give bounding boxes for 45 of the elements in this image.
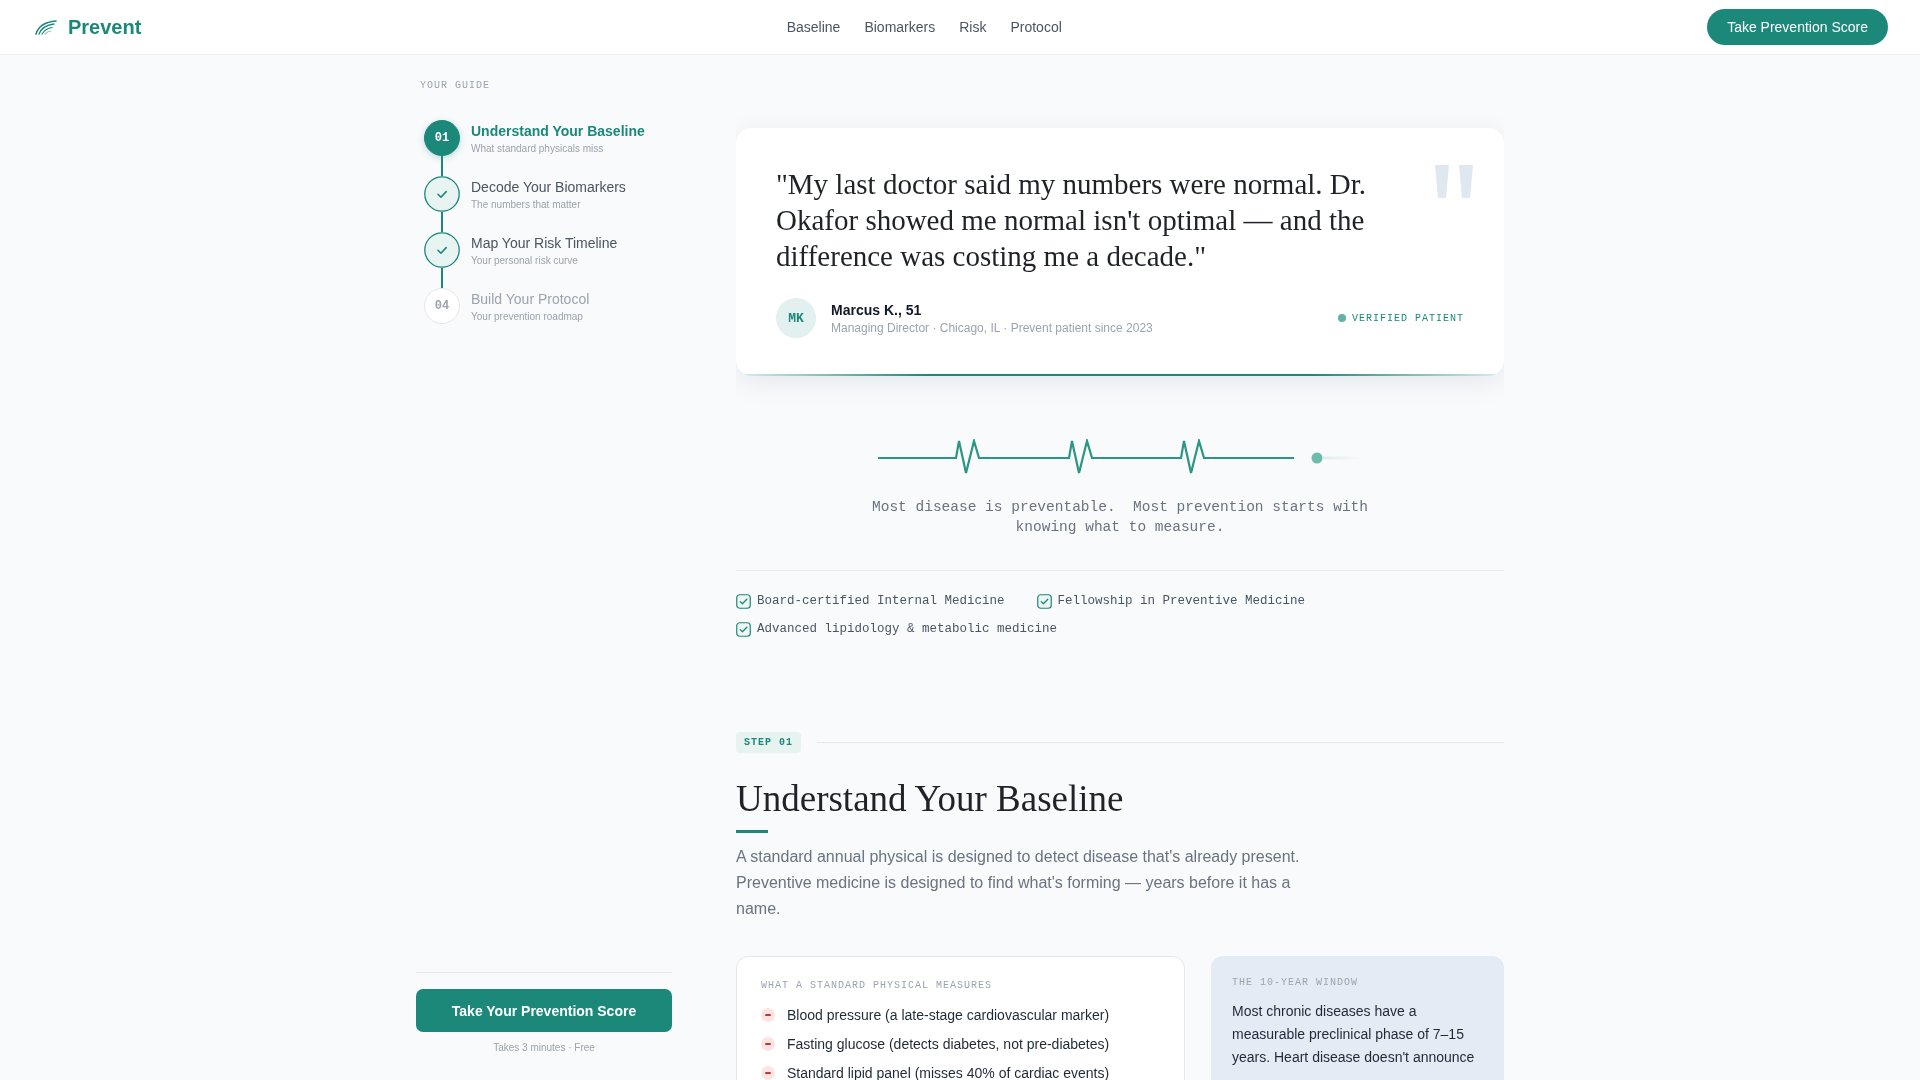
quote-mark-icon bbox=[1435, 165, 1473, 198]
step-subtitle: Your personal risk curve bbox=[471, 254, 579, 267]
measure-item: Standard lipid panel (misses 40% of cardiac events) bbox=[787, 1064, 1110, 1080]
check-square-icon bbox=[736, 594, 751, 609]
step-label: STEP 01 bbox=[736, 732, 801, 753]
credential-text: Fellowship in Preventive Medicine bbox=[1057, 593, 1306, 610]
step-subtitle: What standard physicals miss bbox=[471, 142, 605, 155]
minus-circle-icon bbox=[761, 1066, 775, 1080]
window-text: Most chronic diseases have a measurable preclinical phase of 7–15 years. Heart disease doesn't announce bbox=[1232, 1002, 1476, 1067]
step-subtitle: Your prevention roadmap bbox=[471, 310, 584, 323]
step-number: 01 bbox=[424, 120, 460, 156]
tagline: Most disease is preventable. Most prevention starts with knowing what to measure. bbox=[871, 498, 1369, 537]
step-title[interactable]: Understand Your Baseline bbox=[471, 122, 645, 140]
credential-text: Advanced lipidology & metabolic medicine bbox=[757, 621, 1058, 638]
take-score-button[interactable]: Take Your Prevention Score bbox=[416, 989, 672, 1032]
author-name: Marcus K., 51 bbox=[831, 300, 923, 319]
step-title[interactable]: Decode Your Biomarkers bbox=[471, 178, 626, 196]
nav-link[interactable]: Protocol bbox=[1010, 19, 1062, 35]
status-dot-icon bbox=[1338, 314, 1346, 322]
step-subtitle: The numbers that matter bbox=[471, 198, 582, 211]
take-score-button[interactable]: Take Prevention Score bbox=[1707, 9, 1888, 45]
measure-item: Blood pressure (a late-stage cardiovascular marker) bbox=[787, 1006, 1110, 1025]
intro-paragraph: A standard annual physical is designed to detect disease that's already present. Preventive medicine is designed to find what's forming — years before it has a name. bbox=[736, 847, 1301, 919]
check-square-icon bbox=[736, 622, 751, 637]
avatar-initials: MK bbox=[776, 298, 816, 338]
step-title[interactable]: Map Your Risk Timeline bbox=[471, 234, 618, 252]
nav-link[interactable]: Baseline bbox=[786, 19, 841, 35]
nav-link[interactable]: Biomarkers bbox=[864, 19, 936, 35]
step-number: 04 bbox=[424, 288, 460, 324]
measure-item: Fasting glucose (detects diabetes, not pre-diabetes) bbox=[787, 1035, 1110, 1054]
credential-text: Board-certified Internal Medicine bbox=[757, 593, 1005, 610]
testimonial-quote: "My last doctor said my numbers were normal. Dr. Okafor showed me normal isn't optimal — and the difference was costing me a decade." bbox=[776, 167, 1368, 274]
brand-name[interactable]: Prevent bbox=[68, 15, 142, 39]
card-label: THE 10-YEAR WINDOW bbox=[1232, 976, 1360, 990]
guide-heading: YOUR GUIDE bbox=[420, 79, 491, 93]
nav-link[interactable]: Risk bbox=[959, 19, 987, 35]
verified-label: VERIFIED PATIENT bbox=[1352, 312, 1464, 324]
cta-note: Takes 3 minutes · Free bbox=[493, 1041, 595, 1054]
minus-circle-icon bbox=[761, 1008, 775, 1022]
card-label: WHAT A STANDARD PHYSICAL MEASURES bbox=[761, 979, 994, 993]
section-heading: Understand Your Baseline bbox=[736, 777, 1125, 821]
author-meta: Managing Director · Chicago, IL · Prevent patient since 2023 bbox=[831, 319, 1154, 336]
check-square-icon bbox=[1036, 594, 1052, 609]
logo-icon[interactable] bbox=[35, 19, 57, 35]
minus-circle-icon bbox=[761, 1037, 775, 1051]
